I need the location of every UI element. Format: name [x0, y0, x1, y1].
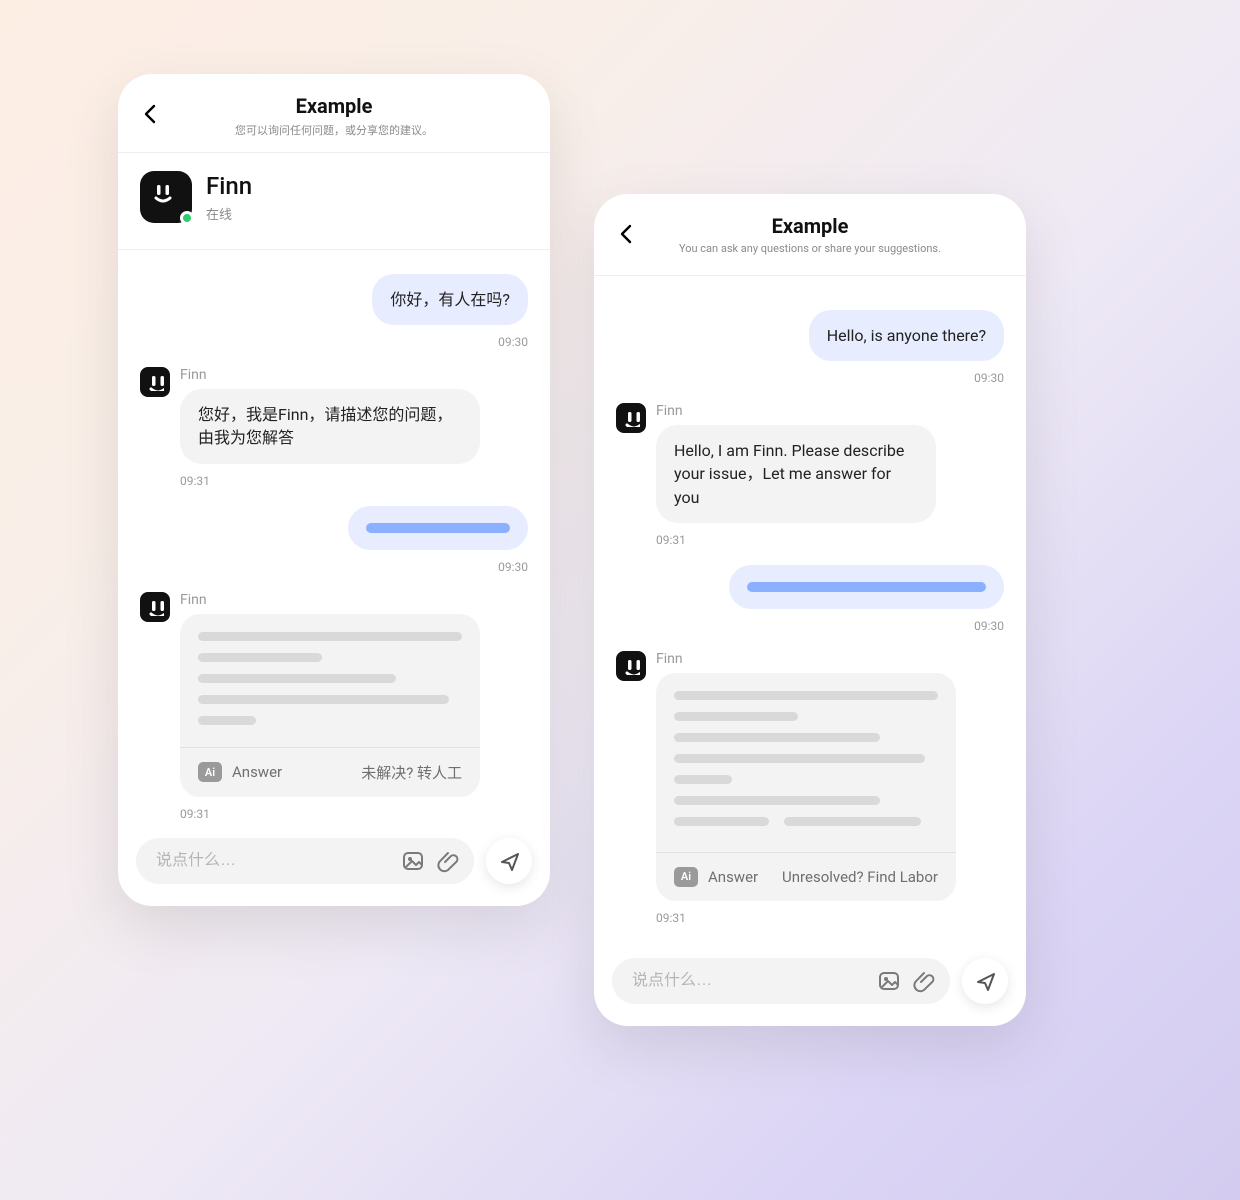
bot-info: Finn 在线	[118, 153, 550, 249]
answer-card: Ai Answer 未解决? 转人工	[180, 614, 480, 797]
bot-presence: 在线	[206, 204, 252, 223]
attach-button[interactable]	[436, 848, 462, 874]
smile-icon	[146, 598, 164, 616]
answer-label: Answer	[232, 763, 282, 781]
presence-indicator	[180, 211, 194, 225]
avatar	[140, 367, 170, 397]
back-button[interactable]	[612, 220, 640, 248]
message-bot: Finn 您好，我是Finn，请描述您的问题，由我为您解答	[140, 367, 528, 463]
image-button[interactable]	[400, 848, 426, 874]
timestamp: 09:31	[180, 807, 528, 821]
transfer-button[interactable]: Unresolved? Find Labor	[782, 868, 938, 886]
answer-card: Ai Answer Unresolved? Find Labor	[656, 673, 956, 901]
message-user: Hello, is anyone there?	[616, 310, 1004, 361]
skeleton-bubble	[348, 506, 528, 550]
answer-button[interactable]: Ai Answer	[674, 867, 758, 887]
send-button[interactable]	[962, 958, 1008, 1004]
sender-name: Finn	[656, 403, 936, 419]
send-button[interactable]	[486, 838, 532, 884]
smile-icon	[622, 657, 640, 675]
timestamp: 09:30	[616, 371, 1004, 385]
message-bot-card: Finn Ai Answe	[616, 651, 1004, 901]
avatar	[140, 592, 170, 622]
message-user-loading	[616, 565, 1004, 609]
smile-icon	[622, 409, 640, 427]
ai-badge: Ai	[198, 762, 222, 782]
compose-box	[612, 958, 950, 1004]
message-input[interactable]	[632, 972, 866, 990]
timestamp: 09:30	[140, 335, 528, 349]
sender-name: Finn	[656, 651, 956, 667]
transfer-button[interactable]: 未解决? 转人工	[361, 762, 462, 783]
bot-avatar	[140, 171, 192, 223]
smile-icon	[146, 373, 164, 391]
answer-label: Answer	[708, 868, 758, 886]
timestamp: 09:30	[616, 619, 1004, 633]
page-title: Example	[616, 214, 1004, 238]
phone-left: Example 您可以询问任何问题，或分享您的建议。 Finn 在线 你好，有人…	[118, 74, 550, 906]
sender-name: Finn	[180, 367, 480, 383]
bot-name: Finn	[206, 172, 252, 200]
attach-button[interactable]	[912, 968, 938, 994]
send-icon	[498, 850, 520, 872]
avatar	[616, 651, 646, 681]
message-user-loading	[140, 506, 528, 550]
compose-box	[136, 838, 474, 884]
paperclip-icon	[913, 969, 937, 993]
message-thread: Hello, is anyone there? 09:30 Finn Hello…	[594, 276, 1026, 944]
composer	[594, 944, 1026, 1026]
image-button[interactable]	[876, 968, 902, 994]
message-bubble: Hello, is anyone there?	[809, 310, 1004, 361]
avatar	[616, 403, 646, 433]
send-icon	[974, 970, 996, 992]
message-bubble: Hello, I am Finn. Please describe your i…	[656, 425, 936, 523]
header: Example You can ask any questions or sha…	[594, 194, 1026, 276]
sender-name: Finn	[180, 592, 480, 608]
back-button[interactable]	[136, 100, 164, 128]
chevron-left-icon	[139, 102, 161, 126]
composer	[118, 824, 550, 906]
smile-icon	[151, 182, 181, 212]
message-input[interactable]	[156, 852, 390, 870]
message-bot: Finn Hello, I am Finn. Please describe y…	[616, 403, 1004, 523]
phone-right: Example You can ask any questions or sha…	[594, 194, 1026, 1026]
message-user: 你好，有人在吗?	[140, 274, 528, 325]
page-subtitle: You can ask any questions or share your …	[616, 242, 1004, 255]
timestamp: 09:30	[140, 560, 528, 574]
image-icon	[877, 969, 901, 993]
timestamp: 09:31	[656, 533, 1004, 547]
image-icon	[401, 849, 425, 873]
answer-button[interactable]: Ai Answer	[198, 762, 282, 782]
message-bot-card: Finn Ai Answer 未解决? 转人工	[140, 592, 528, 797]
timestamp: 09:31	[656, 911, 1004, 925]
message-thread: 你好，有人在吗? 09:30 Finn 您好，我是Finn，请描述您的问题，由我…	[118, 250, 550, 824]
skeleton-bubble	[729, 565, 1004, 609]
ai-badge: Ai	[674, 867, 698, 887]
header: Example 您可以询问任何问题，或分享您的建议。	[118, 74, 550, 153]
chevron-left-icon	[615, 222, 637, 246]
message-bubble: 您好，我是Finn，请描述您的问题，由我为您解答	[180, 389, 480, 463]
paperclip-icon	[437, 849, 461, 873]
page-subtitle: 您可以询问任何问题，或分享您的建议。	[140, 122, 528, 138]
page-title: Example	[140, 94, 528, 118]
timestamp: 09:31	[180, 474, 528, 488]
message-bubble: 你好，有人在吗?	[372, 274, 528, 325]
